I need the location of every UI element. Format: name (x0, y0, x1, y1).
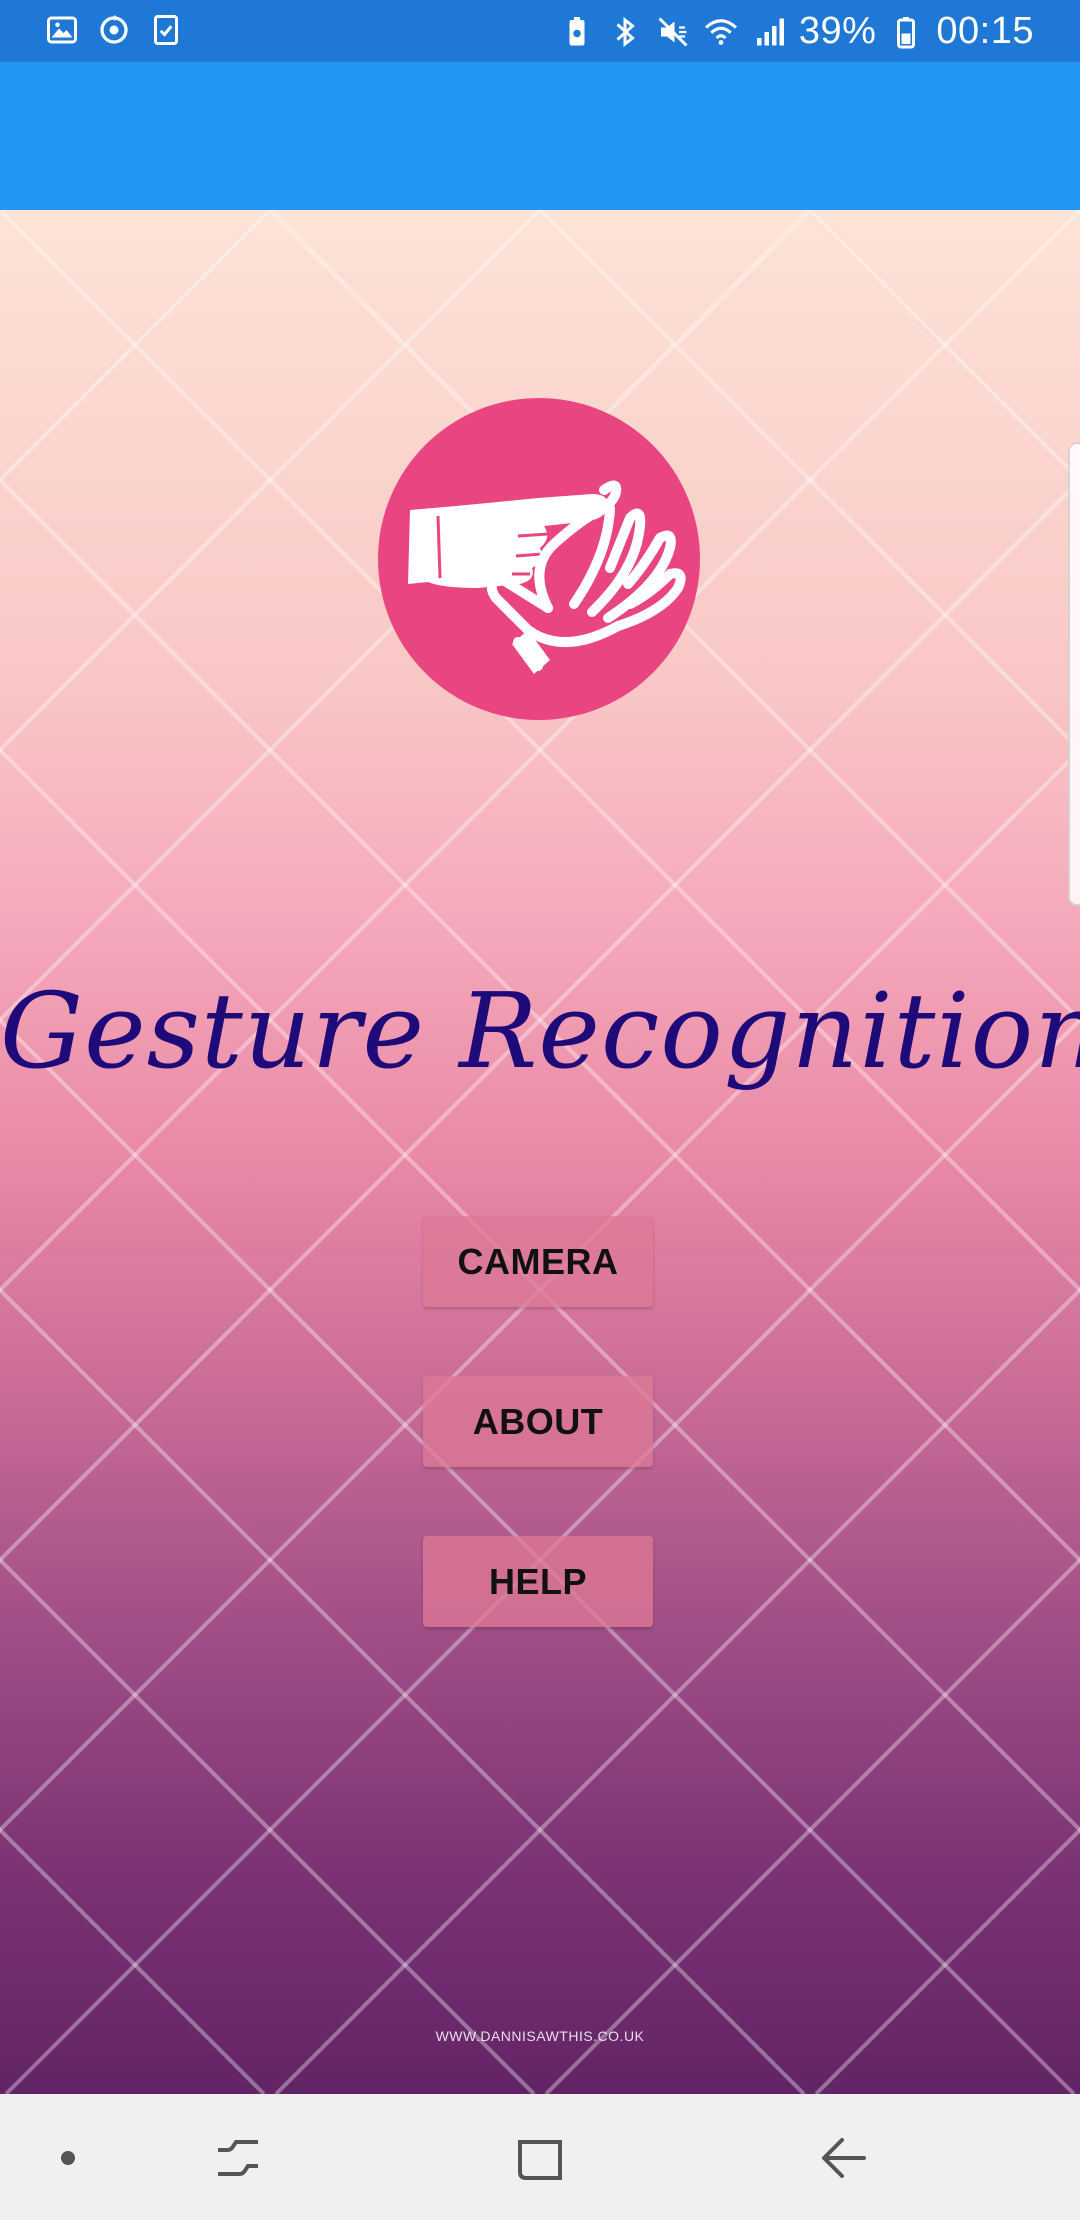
status-bar: 39% 00:15 (0, 0, 1080, 62)
navigation-bar (0, 2094, 1080, 2220)
sync-icon (96, 12, 132, 48)
dot-icon[interactable] (40, 2130, 96, 2186)
app-screen: 39% 00:15 Gesture Recognition CAMERA ABO… (0, 0, 1080, 2220)
home-icon[interactable] (512, 2130, 568, 2186)
gallery-icon (44, 12, 80, 48)
battery-percent: 39% (798, 10, 877, 52)
back-icon[interactable] (816, 2130, 872, 2186)
camera-button[interactable]: CAMERA (423, 1216, 653, 1307)
app-bar (0, 62, 1080, 210)
main-content: Gesture Recognition CAMERA ABOUT HELP WW… (0, 210, 1080, 2094)
mute-icon (655, 14, 691, 50)
task-icon (148, 12, 184, 48)
status-system: 39% 00:15 (559, 10, 1034, 53)
battery-icon (888, 14, 924, 50)
help-button[interactable]: HELP (423, 1536, 653, 1627)
signal-icon (751, 14, 787, 50)
app-title: Gesture Recognition (0, 970, 1080, 1092)
scroll-handle[interactable] (1068, 442, 1080, 906)
bluetooth-icon (607, 14, 643, 50)
hand-gesture-icon (378, 398, 700, 720)
watermark-text: WWW.DANNISAWTHIS.CO.UK (435, 2028, 645, 2044)
wifi-icon (703, 14, 739, 50)
about-button[interactable]: ABOUT (423, 1376, 653, 1467)
clock: 00:15 (936, 10, 1034, 52)
battery-saver-icon (559, 14, 595, 50)
status-notifications (44, 12, 184, 48)
recent-apps-icon[interactable] (210, 2130, 266, 2186)
